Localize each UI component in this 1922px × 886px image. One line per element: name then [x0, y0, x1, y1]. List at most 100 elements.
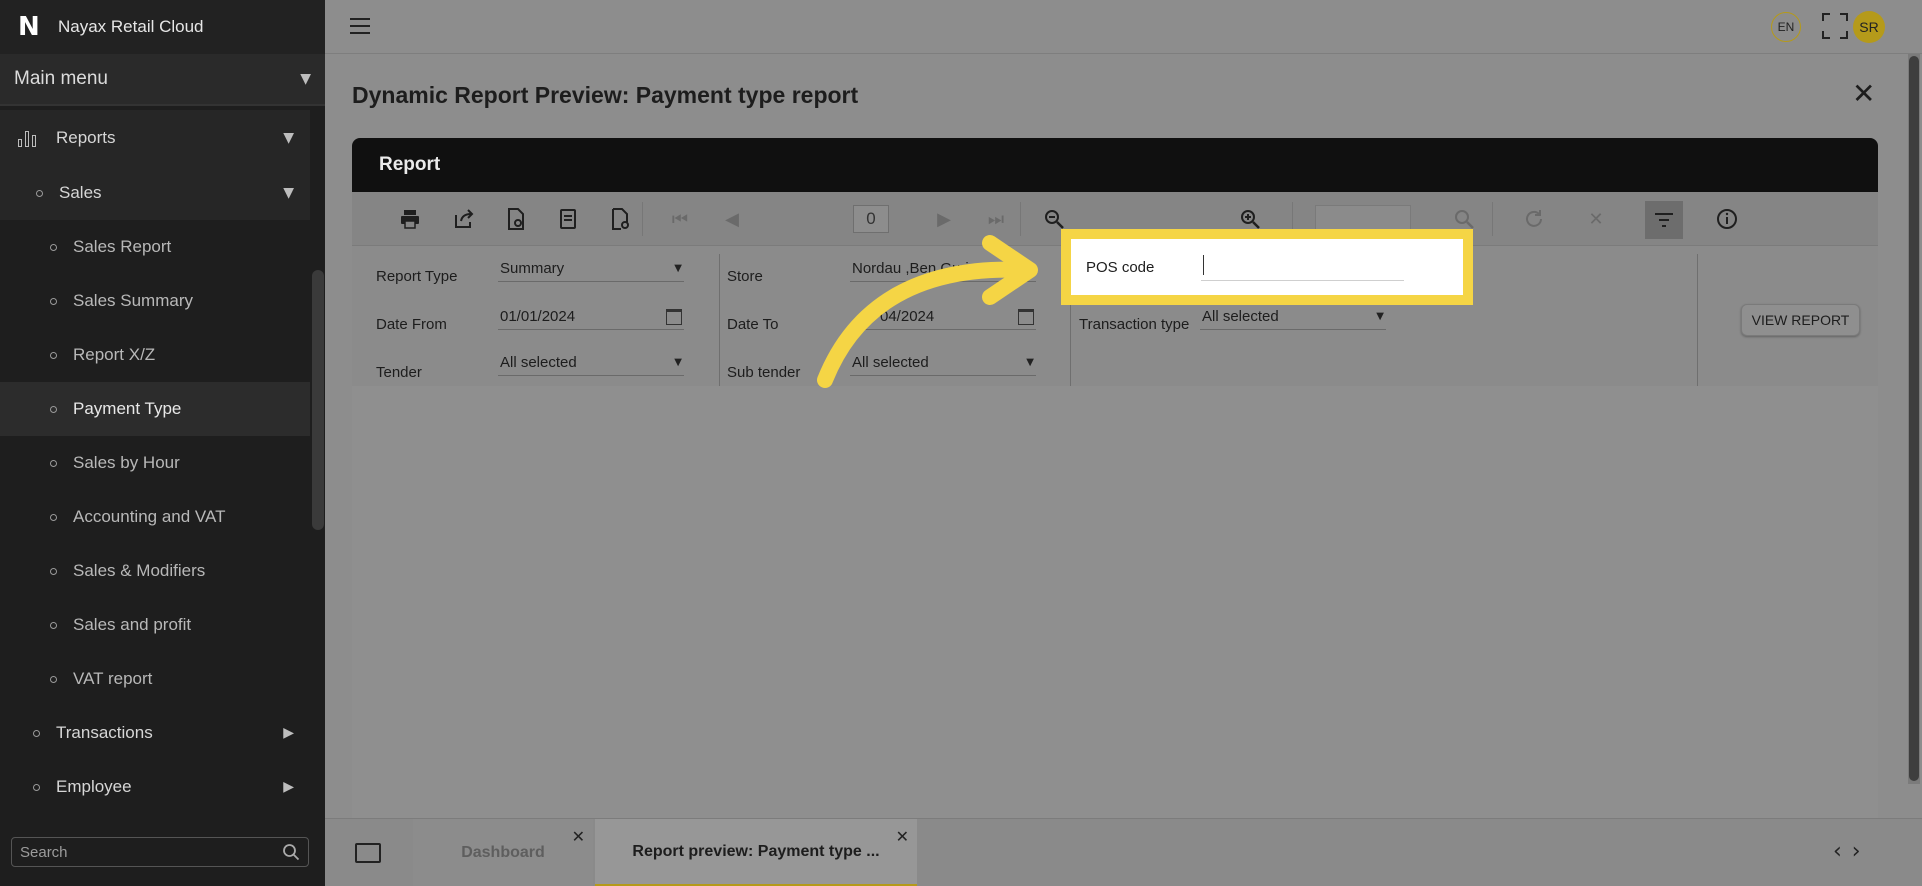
- toolbar-divider: [642, 202, 643, 236]
- zoom-in-icon[interactable]: [1238, 207, 1262, 231]
- filter-toggle-button[interactable]: [1645, 201, 1683, 239]
- report-header: Report: [352, 138, 1878, 192]
- sidebar-search-input[interactable]: Search: [11, 837, 309, 867]
- tab-label: Dashboard: [461, 844, 545, 861]
- sidebar: N Nayax Retail Cloud Main menu ▼ Reports…: [0, 0, 325, 886]
- tender-label: Tender: [376, 364, 422, 381]
- sidebar-item-sales-by-hour[interactable]: Sales by Hour: [0, 436, 310, 490]
- user-avatar[interactable]: SR: [1853, 11, 1885, 43]
- transaction-type-label: Transaction type: [1079, 316, 1190, 333]
- sidebar-scrollbar[interactable]: [312, 270, 324, 530]
- chevron-down-icon: ▼: [300, 71, 311, 87]
- document-settings-icon[interactable]: [504, 207, 528, 231]
- bullet-icon: [50, 297, 57, 305]
- calendar-icon[interactable]: [666, 308, 682, 325]
- pointer-arrow-icon: [817, 235, 1038, 388]
- close-tab-icon[interactable]: ✕: [572, 827, 585, 846]
- store-label: Store: [727, 268, 763, 285]
- date-to-label: Date To: [727, 316, 779, 333]
- transaction-type-select[interactable]: All selected ▼: [1200, 304, 1386, 330]
- bullet-icon: [50, 243, 57, 251]
- bottom-tab-bar: Dashboard ✕ Report preview: Payment type…: [325, 818, 1922, 886]
- pos-code-label: POS code: [1086, 259, 1155, 276]
- bullet-icon: [36, 190, 43, 198]
- caret-down-icon: ▼: [1376, 311, 1384, 322]
- view-report-button[interactable]: VIEW REPORT: [1741, 304, 1860, 336]
- filter-icon: [1655, 213, 1673, 227]
- bullet-icon: [33, 784, 40, 792]
- tender-select[interactable]: All selected ▼: [498, 350, 684, 376]
- refresh-icon[interactable]: [1522, 207, 1546, 231]
- sidebar-item-sales-modifiers[interactable]: Sales & Modifiers: [0, 544, 310, 598]
- export-icon[interactable]: [452, 207, 476, 231]
- tab-dashboard[interactable]: Dashboard ✕: [413, 819, 593, 886]
- windows-icon[interactable]: [355, 843, 381, 863]
- main-menu-toggle[interactable]: Main menu ▼: [0, 54, 325, 106]
- chevron-down-icon: ▼: [283, 185, 294, 201]
- pos-code-input[interactable]: [1201, 251, 1404, 281]
- bullet-icon: [50, 405, 57, 413]
- sidebar-item-transactions[interactable]: Transactions ▶: [0, 706, 310, 760]
- search-icon[interactable]: [1452, 207, 1476, 231]
- bullet-icon: [33, 730, 40, 738]
- bullet-icon: [50, 675, 57, 683]
- tab-label: Report preview: Payment type ...: [632, 842, 880, 860]
- first-page-icon[interactable]: ⏮: [668, 207, 692, 231]
- caret-down-icon: ▼: [674, 263, 682, 274]
- fullscreen-icon[interactable]: [1822, 13, 1848, 39]
- sidebar-item-sales-summary[interactable]: Sales Summary: [0, 274, 310, 328]
- document-icon[interactable]: [556, 207, 580, 231]
- report-type-select[interactable]: Summary ▼: [498, 256, 684, 282]
- nayax-logo: N: [18, 12, 40, 42]
- sidebar-item-label: Sales: [59, 183, 102, 202]
- hamburger-menu-icon[interactable]: [350, 18, 370, 34]
- sidebar-item-sales[interactable]: Sales ▼: [0, 166, 310, 220]
- bullet-icon: [50, 513, 57, 521]
- sidebar-item-reports[interactable]: Reports ▼: [0, 110, 310, 166]
- bar-chart-icon: [18, 129, 40, 147]
- document-export-icon[interactable]: [608, 207, 632, 231]
- text-cursor: [1203, 255, 1204, 275]
- sidebar-item-vat-report[interactable]: VAT report: [0, 652, 310, 706]
- sidebar-item-sales-profit[interactable]: Sales and profit: [0, 598, 310, 652]
- chevron-right-icon: ▶: [283, 779, 294, 795]
- report-type-label: Report Type: [376, 268, 458, 285]
- sub-tender-label: Sub tender: [727, 364, 801, 381]
- page-title: Dynamic Report Preview: Payment type rep…: [352, 82, 859, 108]
- bullet-icon: [50, 567, 57, 575]
- date-from-input[interactable]: 01/01/2024: [498, 304, 684, 330]
- chevron-down-icon: ▼: [283, 130, 294, 146]
- chevron-right-icon: ▶: [283, 725, 294, 741]
- tab-report-preview[interactable]: Report preview: Payment type ... ✕: [595, 819, 917, 886]
- print-icon[interactable]: [398, 207, 422, 231]
- sidebar-item-accounting-vat[interactable]: Accounting and VAT: [0, 490, 310, 544]
- bullet-icon: [50, 621, 57, 629]
- page-scrollbar-thumb[interactable]: [1909, 56, 1919, 781]
- search-placeholder: Search: [20, 843, 68, 861]
- app-name: Nayax Retail Cloud: [58, 17, 204, 36]
- sidebar-item-report-xz[interactable]: Report X/Z: [0, 328, 310, 382]
- sidebar-item-payment-type[interactable]: Payment Type: [0, 382, 310, 436]
- tab-scroll-arrows[interactable]: ‹›: [1833, 839, 1871, 864]
- sidebar-item-employee[interactable]: Employee ▶: [0, 760, 310, 814]
- sidebar-menu: Reports ▼ Sales ▼ Sales Report Sales Sum…: [0, 110, 310, 814]
- close-icon[interactable]: ✕: [1852, 80, 1875, 108]
- sidebar-item-sales-report[interactable]: Sales Report: [0, 220, 310, 274]
- top-bar: EN SR: [325, 0, 1922, 54]
- main-menu-label: Main menu: [14, 68, 108, 89]
- bullet-icon: [50, 459, 57, 467]
- cancel-icon[interactable]: ✕: [1584, 207, 1608, 231]
- caret-down-icon: ▼: [674, 357, 682, 368]
- info-icon[interactable]: [1715, 207, 1739, 231]
- param-divider: [1697, 254, 1698, 386]
- previous-page-icon[interactable]: ◀: [720, 207, 744, 231]
- toolbar-divider: [1492, 202, 1493, 236]
- date-from-label: Date From: [376, 316, 447, 333]
- search-icon: [283, 844, 300, 861]
- language-selector[interactable]: EN: [1771, 12, 1801, 42]
- bullet-icon: [50, 351, 57, 359]
- param-divider: [719, 254, 720, 386]
- pos-code-highlight: POS code: [1061, 229, 1473, 305]
- sidebar-item-label: Reports: [56, 128, 116, 147]
- close-tab-icon[interactable]: ✕: [896, 827, 909, 846]
